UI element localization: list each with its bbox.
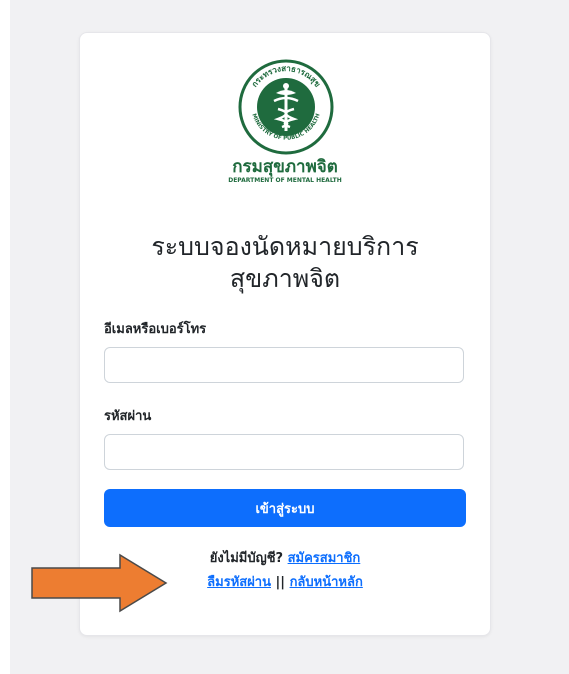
link-separator: || [275, 575, 286, 590]
no-account-text: ยังไม่มีบัญชี? [209, 551, 284, 566]
page-title: ระบบจองนัดหมายบริการ สุขภาพจิต [100, 231, 470, 295]
page-title-line2: สุขภาพจิต [229, 264, 341, 293]
ministry-logo-icon: กระทรวงสาธารณสุข MINISTRY OF PUBLIC HEAL… [238, 59, 334, 155]
department-name: กรมสุขภาพจิต [232, 157, 338, 177]
arrow-right-icon [31, 553, 168, 613]
email-label: อีเมลหรือเบอร์โทร [104, 322, 207, 337]
forgot-password-link[interactable]: ลืมรหัสผ่าน [207, 575, 271, 590]
password-label: รหัสผ่าน [104, 409, 152, 424]
page-title-line1: ระบบจองนัดหมายบริการ [151, 232, 419, 261]
department-subtitle: DEPARTMENT OF MENTAL HEALTH [228, 177, 342, 184]
login-button[interactable]: เข้าสู่ระบบ [104, 489, 466, 527]
login-card: กระทรวงสาธารณสุข MINISTRY OF PUBLIC HEAL… [79, 32, 491, 636]
password-field[interactable] [104, 434, 464, 470]
email-field[interactable] [104, 347, 464, 383]
register-link[interactable]: สมัครสมาชิก [288, 551, 361, 566]
home-link[interactable]: กลับหน้าหลัก [290, 575, 363, 590]
